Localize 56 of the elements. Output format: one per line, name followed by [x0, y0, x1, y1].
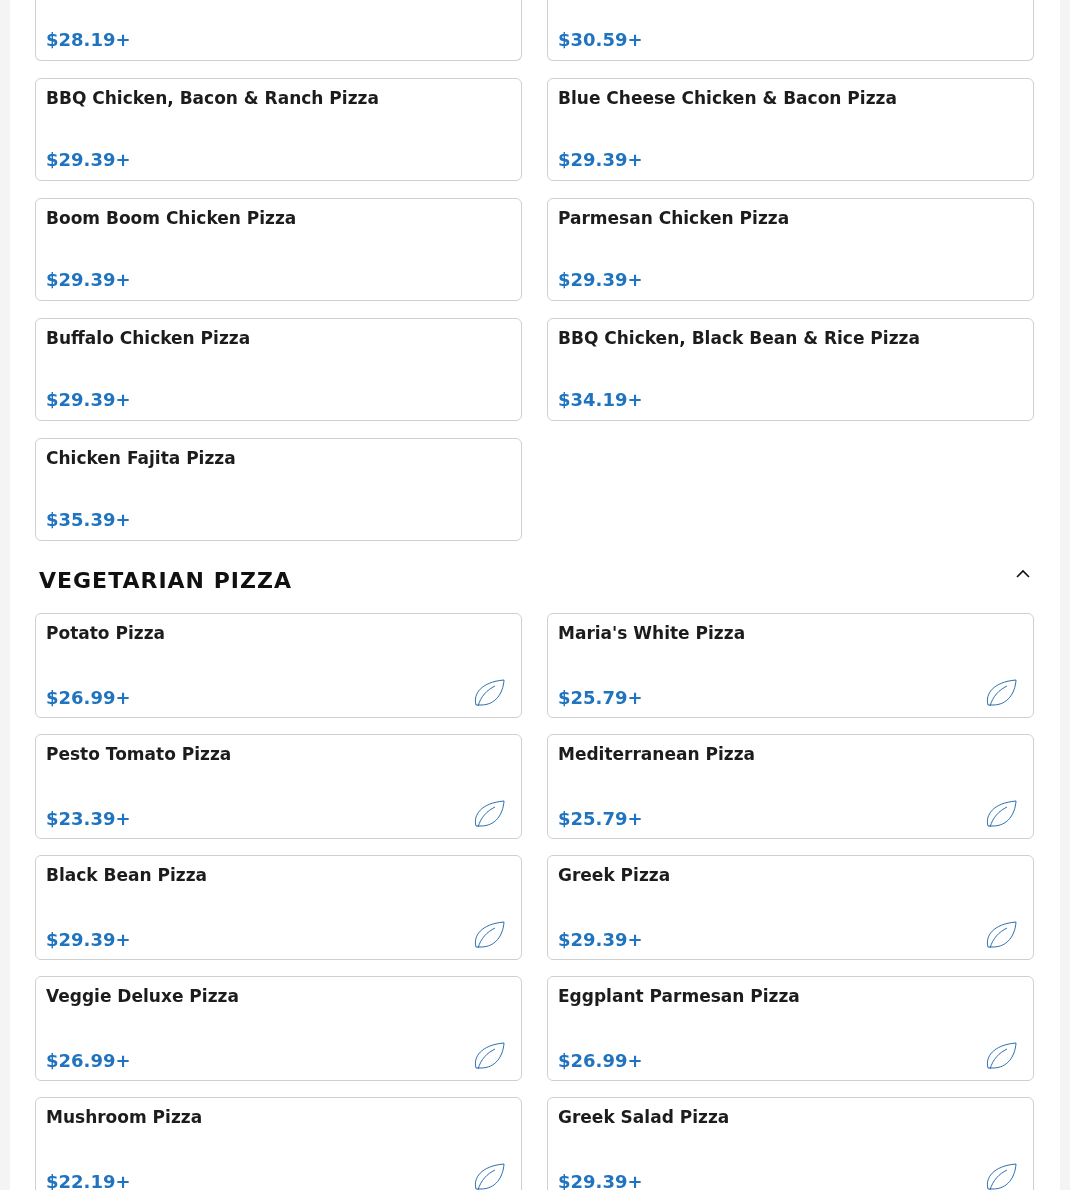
item-name: Eggplant Parmesan Pizza	[558, 986, 801, 1006]
item-price: $34.19+	[558, 389, 643, 410]
item-price: $22.19+	[46, 1171, 131, 1190]
item-name: BBQ Chicken, Black Bean & Rice Pizza	[558, 328, 921, 348]
item-name: BBQ Chicken, Bacon & Ranch Pizza	[46, 88, 380, 108]
item-price: $26.99+	[46, 687, 131, 708]
item-price: $26.99+	[558, 1050, 643, 1071]
item-name: Veggie Deluxe Pizza	[46, 986, 240, 1006]
item-name: Pesto Tomato Pizza	[46, 744, 233, 764]
item-price: $29.39+	[558, 149, 643, 170]
menu-item-card[interactable]: BBQ Chicken, Black Bean & Rice Pizza $34.19+	[547, 318, 1034, 421]
item-name: Chicken Fajita Pizza	[46, 448, 237, 468]
menu-item-card[interactable]: Veggie Deluxe Pizza $26.99+	[35, 976, 522, 1081]
item-name: Black Bean Pizza	[46, 865, 209, 885]
menu-item-card[interactable]: Parmesan Chicken Pizza $29.39+	[547, 198, 1034, 301]
item-price: $30.59+	[558, 29, 643, 50]
menu-item-card[interactable]: $30.59+	[547, 0, 1034, 61]
item-name: Maria's White Pizza	[558, 623, 747, 643]
item-price: $29.39+	[46, 269, 131, 290]
item-name: Boom Boom Chicken Pizza	[46, 208, 298, 228]
item-name: Potato Pizza	[46, 623, 166, 643]
item-price: $35.39+	[46, 509, 131, 530]
item-price: $25.79+	[558, 687, 643, 708]
item-price: $29.39+	[46, 389, 131, 410]
item-price: $29.39+	[46, 929, 131, 950]
menu-item-card[interactable]: Potato Pizza $26.99+	[35, 613, 522, 718]
menu-item-card[interactable]: Greek Pizza $29.39+	[547, 855, 1034, 960]
menu-item-card[interactable]: Pesto Tomato Pizza $23.39+	[35, 734, 522, 839]
menu-item-card[interactable]: Maria's White Pizza $25.79+	[547, 613, 1034, 718]
menu-item-card[interactable]: Mediterranean Pizza $25.79+	[547, 734, 1034, 839]
item-price: $28.19+	[46, 29, 131, 50]
item-price: $23.39+	[46, 808, 131, 829]
menu-item-card[interactable]: Boom Boom Chicken Pizza $29.39+	[35, 198, 522, 301]
menu-item-card[interactable]: Blue Cheese Chicken & Bacon Pizza $29.39+	[547, 78, 1034, 181]
item-name: Parmesan Chicken Pizza	[558, 208, 791, 228]
item-name: Buffalo Chicken Pizza	[46, 328, 252, 348]
menu-item-card[interactable]: $28.19+	[35, 0, 522, 61]
menu-item-card[interactable]: Mushroom Pizza $22.19+	[35, 1097, 522, 1190]
item-price: $25.79+	[558, 808, 643, 829]
section-title: VEGETARIAN PIZZA	[39, 567, 292, 593]
item-price: $29.39+	[46, 149, 131, 170]
menu-item-card[interactable]: Buffalo Chicken Pizza $29.39+	[35, 318, 522, 421]
item-name: Greek Salad Pizza	[558, 1107, 731, 1127]
menu-item-card[interactable]: BBQ Chicken, Bacon & Ranch Pizza $29.39+	[35, 78, 522, 181]
item-price: $26.99+	[46, 1050, 131, 1071]
menu-item-card[interactable]: Eggplant Parmesan Pizza $26.99+	[547, 976, 1034, 1081]
menu-item-card[interactable]: Greek Salad Pizza $29.39+	[547, 1097, 1034, 1190]
menu-item-card[interactable]: Chicken Fajita Pizza $35.39+	[35, 438, 522, 541]
item-name: Mediterranean Pizza	[558, 744, 756, 764]
item-price: $29.39+	[558, 269, 643, 290]
item-price: $29.39+	[558, 929, 643, 950]
item-price: $29.39+	[558, 1171, 643, 1190]
item-name: Mushroom Pizza	[46, 1107, 204, 1127]
item-name: Blue Cheese Chicken & Bacon Pizza	[558, 88, 898, 108]
menu-item-card[interactable]: Black Bean Pizza $29.39+	[35, 855, 522, 960]
item-name: Greek Pizza	[558, 865, 672, 885]
